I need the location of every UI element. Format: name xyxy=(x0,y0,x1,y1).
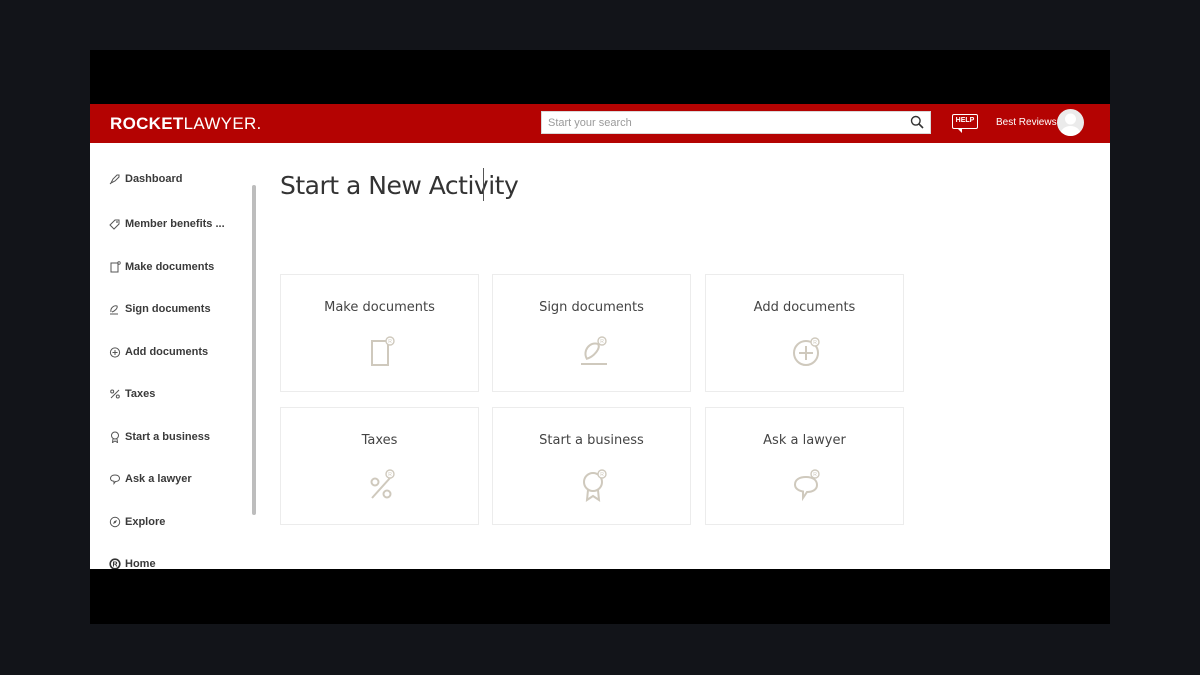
logo-bold-text: ROCKET xyxy=(110,114,184,133)
app-window: ROCKETLAWYER. HELP Best Reviews xyxy=(90,104,1110,569)
svg-text:R: R xyxy=(388,472,392,478)
card-start-a-business[interactable]: Start a business R xyxy=(492,407,691,525)
ribbon-icon xyxy=(111,431,119,443)
document-icon xyxy=(110,261,121,273)
plus-circle-icon xyxy=(109,347,121,358)
card-sign-documents[interactable]: Sign documents R xyxy=(492,274,691,392)
home-logo-icon: R xyxy=(109,558,121,569)
compass-icon xyxy=(109,516,121,528)
sidebar-item-label: Explore xyxy=(125,516,166,528)
svg-text:R: R xyxy=(600,339,604,345)
card-label: Sign documents xyxy=(539,300,644,315)
rocketlawyer-logo[interactable]: ROCKETLAWYER. xyxy=(110,114,262,134)
svg-text:R: R xyxy=(813,340,817,346)
tag-icon xyxy=(109,219,120,230)
search-icon[interactable] xyxy=(910,115,924,129)
percent-icon xyxy=(110,389,120,399)
card-make-documents[interactable]: Make documents R xyxy=(280,274,479,392)
user-name[interactable]: Best Reviews xyxy=(996,117,1057,128)
svg-text:R: R xyxy=(813,472,817,478)
document-icon: R xyxy=(371,336,395,366)
sidebar-item-taxes[interactable]: Taxes xyxy=(109,386,155,402)
svg-text:R: R xyxy=(600,472,604,478)
help-label: HELP xyxy=(952,114,978,129)
plus-circle-icon: R xyxy=(793,337,820,366)
sidebar-item-home[interactable]: R Home xyxy=(109,556,156,569)
signature-icon xyxy=(110,305,118,315)
sidebar-item-label: Ask a lawyer xyxy=(125,473,192,485)
ribbon-icon: R xyxy=(583,469,607,502)
sidebar-scrollbar[interactable] xyxy=(252,185,256,515)
sidebar-item-label: Make documents xyxy=(125,261,215,273)
search-input[interactable] xyxy=(548,112,898,133)
sidebar-item-label: Sign documents xyxy=(125,303,211,315)
text-cursor xyxy=(483,168,484,201)
card-label: Taxes xyxy=(361,433,398,448)
chat-bubble-icon xyxy=(109,474,121,485)
user-avatar-icon xyxy=(1060,113,1081,136)
sidebar-item-label: Taxes xyxy=(125,388,156,400)
sidebar-item-ask-a-lawyer[interactable]: Ask a lawyer xyxy=(109,471,192,487)
chat-bubble-icon: R xyxy=(793,469,820,502)
help-bubble-icon xyxy=(957,128,962,133)
sidebar-item-start-a-business[interactable]: Start a business xyxy=(109,429,210,445)
card-ask-a-lawyer[interactable]: Ask a lawyer R xyxy=(705,407,904,525)
sidebar-item-explore[interactable]: Explore xyxy=(109,514,165,530)
svg-text:R: R xyxy=(388,339,392,345)
sidebar-item-label: Start a business xyxy=(125,431,210,443)
svg-text:R: R xyxy=(112,562,117,569)
rocket-icon xyxy=(109,174,120,185)
sidebar-item-label: Add documents xyxy=(125,346,209,358)
card-label: Make documents xyxy=(324,300,435,315)
card-taxes[interactable]: Taxes R xyxy=(280,407,479,525)
percent-icon: R xyxy=(370,469,395,499)
search-box xyxy=(541,111,931,134)
avatar[interactable] xyxy=(1057,109,1084,136)
sidebar-item-label: Dashboard xyxy=(125,173,183,185)
card-label: Ask a lawyer xyxy=(763,433,846,448)
sidebar-item-label: Member benefits ... xyxy=(125,218,225,230)
card-label: Start a business xyxy=(539,433,644,448)
sidebar-item-add-documents[interactable]: Add documents xyxy=(109,344,208,360)
card-label: Add documents xyxy=(753,300,856,315)
logo-light-text: LAWYER. xyxy=(183,114,262,133)
sidebar-item-member-benefits[interactable]: Member benefits ... xyxy=(109,216,225,232)
help-button[interactable]: HELP xyxy=(952,113,980,135)
card-add-documents[interactable]: Add documents R xyxy=(705,274,904,392)
signature-icon: R xyxy=(581,336,607,365)
sidebar-item-make-documents[interactable]: Make documents xyxy=(109,259,214,275)
top-bar: ROCKETLAWYER. HELP Best Reviews xyxy=(90,104,1110,143)
sidebar-item-sign-documents[interactable]: Sign documents xyxy=(109,301,211,317)
screen-frame: ROCKETLAWYER. HELP Best Reviews xyxy=(90,50,1110,624)
sidebar: Dashboard Member benefits ... Make docum… xyxy=(90,143,258,569)
sidebar-item-dashboard[interactable]: Dashboard xyxy=(109,171,182,187)
sidebar-item-label: Home xyxy=(125,558,156,569)
